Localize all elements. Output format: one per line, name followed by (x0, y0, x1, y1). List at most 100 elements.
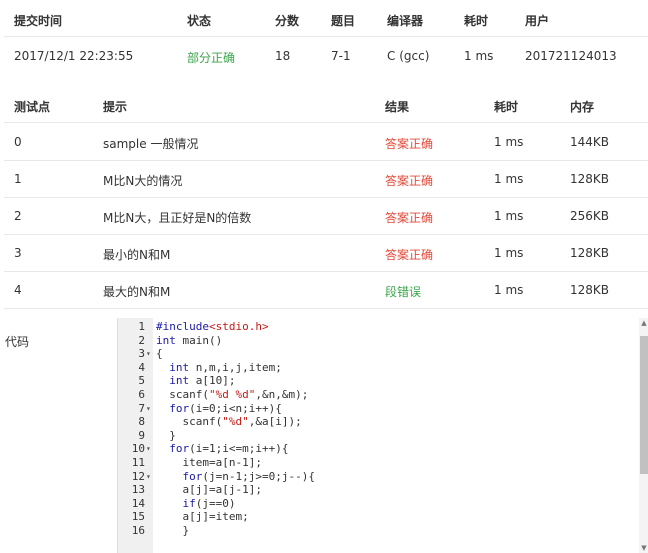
submission-row: 2017/12/1 22:23:55 部分正确 18 7-1 C (gcc) 1… (0, 37, 648, 85)
testcase-result: 答案正确 (385, 211, 434, 225)
user-value: 201721124013 (525, 49, 617, 63)
code-line: 7 ▾ for(i=0;i<n;i++){ (118, 402, 638, 416)
testcase-memory: 128KB (570, 283, 610, 297)
header-time: 耗时 (464, 14, 489, 28)
code-line: 13 a[j]=a[j-1]; (118, 483, 638, 497)
code-line: 14 if(j==0) (118, 497, 638, 511)
code-line: 12 ▾ for(j=n-1;j>=0;j--){ (118, 470, 638, 484)
testcase-hint: M比N大的情况 (103, 174, 183, 188)
code-line: 6 scanf("%d %d",&n,&m); (118, 388, 638, 402)
testcase-id: 0 (14, 135, 22, 149)
code-text: #include<stdio.h> (156, 320, 269, 333)
line-number: 14 (131, 496, 145, 510)
code-text: for(i=1;i<=m;i++){ (169, 442, 289, 456)
header-testcase: 测试点 (14, 100, 51, 114)
code-line: 3 ▾{ (118, 347, 638, 361)
code-label: 代码 (5, 335, 30, 349)
line-number: 7 (138, 401, 145, 415)
code-lines: 1 #include<stdio.h> 2 int main() 3 ▾{4 int n,… (118, 320, 638, 538)
score-value: 18 (275, 49, 291, 63)
header-compiler: 编译器 (387, 14, 424, 28)
code-scrollbar[interactable]: ▲ ▼ (639, 318, 648, 553)
testcase-id: 3 (14, 246, 22, 260)
code-text: int main() (156, 333, 223, 347)
code-line: 5 int a[10]; (118, 374, 638, 388)
code-text: scanf("%d %d",&n,&m); (156, 387, 309, 401)
testcase-result: 答案正确 (385, 174, 434, 188)
code-line: 2 int main() (118, 334, 638, 348)
line-number: 5 (138, 374, 145, 388)
testcase-hint: 最大的N和M (103, 285, 171, 299)
header-score: 分数 (275, 14, 300, 28)
testcase-time: 1 ms (494, 246, 524, 260)
code-text: } (156, 428, 176, 442)
code-text: item=a[n-1]; (156, 455, 262, 469)
code-text: int a[10]; (169, 374, 236, 388)
code-line: 16 } (118, 524, 638, 538)
line-number: 8 (138, 415, 145, 429)
line-number: 6 (138, 387, 145, 401)
code-editor[interactable]: 1 #include<stdio.h> 2 int main() 3 ▾{4 int n,… (117, 318, 648, 553)
table-row: 0 sample 一般情况 答案正确 1 ms 144KB (0, 123, 648, 160)
scroll-thumb[interactable] (640, 336, 648, 474)
testcase-result: 答案正确 (385, 137, 434, 151)
testcase-id: 4 (14, 283, 22, 297)
problem-value: 7-1 (331, 49, 351, 63)
line-number: 13 (131, 483, 145, 497)
code-text: int n,m,i,j,item; (169, 360, 282, 374)
header-hint: 提示 (103, 100, 128, 114)
header-result: 结果 (385, 100, 410, 114)
testcase-id: 2 (14, 209, 22, 223)
code-line: 1 #include<stdio.h> (118, 320, 638, 334)
testcase-id: 1 (14, 172, 22, 186)
testcase-result: 段错误 (385, 285, 422, 299)
divider (4, 308, 648, 309)
header-memory: 内存 (570, 100, 595, 114)
code-line: 9 } (118, 429, 638, 443)
line-number: 16 (131, 523, 145, 537)
status-badge: 部分正确 (187, 51, 236, 65)
testcase-time: 1 ms (494, 283, 524, 297)
header-submit-time: 提交时间 (14, 14, 63, 28)
table-row: 3 最小的N和M 答案正确 1 ms 128KB (0, 235, 648, 271)
line-number: 1 (138, 320, 145, 333)
line-number: 2 (138, 333, 145, 347)
code-text: { (156, 347, 163, 361)
code-line: 11 item=a[n-1]; (118, 456, 638, 470)
code-text: a[j]=a[j-1]; (156, 483, 262, 497)
line-number: 15 (131, 510, 145, 524)
testcase-memory: 128KB (570, 246, 610, 260)
line-number: 4 (138, 360, 145, 374)
scroll-down-icon[interactable]: ▼ (639, 543, 648, 553)
table-row: 1 M比N大的情况 答案正确 1 ms 128KB (0, 161, 648, 197)
code-text: for(j=n-1;j>=0;j--){ (182, 469, 315, 483)
code-line: 4 int n,m,i,j,item; (118, 361, 638, 375)
testcase-hint: M比N大，且正好是N的倍数 (103, 211, 252, 225)
code-text: scanf("%d",&a[i]); (156, 415, 302, 429)
testcase-memory: 144KB (570, 135, 610, 149)
line-number: 3 (138, 347, 145, 361)
testcase-result: 答案正确 (385, 248, 434, 262)
testcase-hint: 最小的N和M (103, 248, 171, 262)
code-text: if(j==0) (182, 496, 236, 510)
code-text: } (156, 523, 190, 537)
fold-arrow-icon[interactable]: ▾ (146, 347, 154, 361)
code-line: 15 a[j]=item; (118, 510, 638, 524)
fold-arrow-icon[interactable]: ▾ (146, 442, 154, 456)
testcase-memory: 128KB (570, 172, 610, 186)
testcase-time: 1 ms (494, 172, 524, 186)
fold-arrow-icon[interactable]: ▾ (146, 470, 154, 484)
testcase-time: 1 ms (494, 209, 524, 223)
scroll-up-icon[interactable]: ▲ (639, 318, 648, 328)
header-test-time: 耗时 (494, 100, 519, 114)
line-number: 10 (131, 442, 145, 456)
header-problem: 题目 (331, 14, 356, 28)
line-number: 12 (131, 469, 145, 483)
testcase-time: 1 ms (494, 135, 524, 149)
code-line: 8 scanf("%d",&a[i]); (118, 415, 638, 429)
header-user: 用户 (525, 14, 550, 28)
code-text: for(i=0;i<n;i++){ (169, 401, 282, 415)
compiler-value: C (gcc) (387, 49, 430, 63)
code-text: a[j]=item; (156, 510, 249, 524)
fold-arrow-icon[interactable]: ▾ (146, 402, 154, 416)
